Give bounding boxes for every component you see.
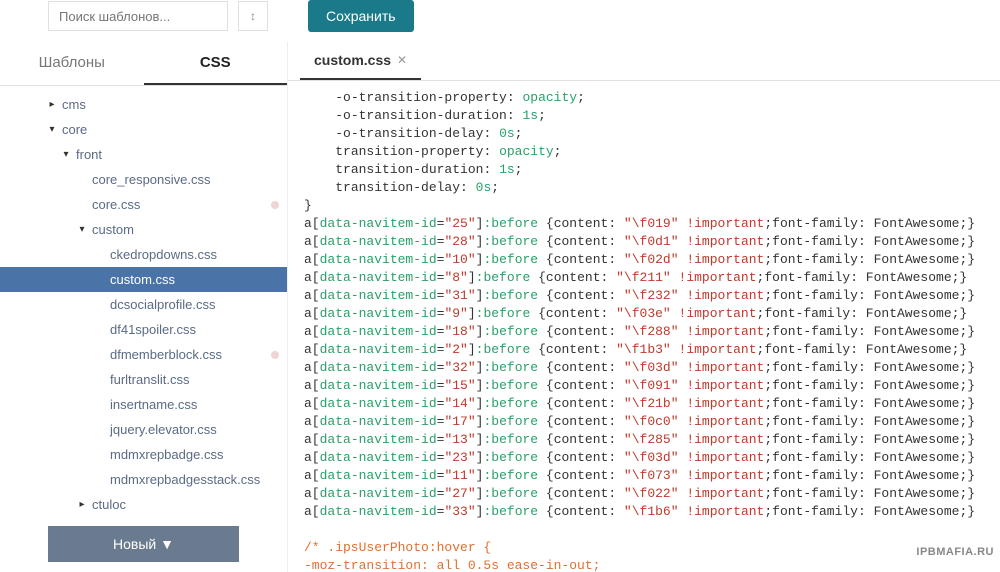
new-button-wrap: Новый ▼	[0, 516, 287, 572]
tree-item[interactable]: dcsocialprofile.css	[0, 292, 287, 317]
tree-item-label: core.css	[92, 197, 140, 212]
tree-item[interactable]: ▾ custom	[0, 217, 287, 242]
tree-item[interactable]: ▸ ctuloc	[0, 492, 287, 516]
arrow-icon: ▾	[46, 124, 58, 135]
tree-item-label: custom	[92, 222, 134, 237]
tree-item-label: df41spoiler.css	[110, 322, 196, 337]
tree-item-label: insertname.css	[110, 397, 197, 412]
arrow-icon: ▸	[46, 99, 58, 110]
tree-item[interactable]: dfmemberblock.css	[0, 342, 287, 367]
close-icon[interactable]: ✕	[397, 53, 407, 67]
tree-item[interactable]: ▾ front	[0, 142, 287, 167]
tree-item-label: furltranslit.css	[110, 372, 189, 387]
search-input[interactable]	[48, 1, 228, 31]
sidebar: Шаблоны CSS ▸ cms ▾ core ▾ front core_responsi…	[0, 42, 288, 572]
watermark: IPBMAFIA.RU	[916, 546, 994, 558]
tree-item-label: front	[76, 147, 102, 162]
modified-indicator-icon	[271, 201, 279, 209]
new-button[interactable]: Новый ▼	[48, 526, 239, 562]
code-editor[interactable]: -o-transition-property: opacity; -o-tran…	[288, 81, 1000, 572]
tab-css[interactable]: CSS	[144, 42, 288, 85]
tree-item[interactable]: ckedropdowns.css	[0, 242, 287, 267]
tree-item-label: custom.css	[110, 272, 175, 287]
file-tabs: custom.css ✕	[288, 42, 1000, 81]
arrow-icon: ▾	[60, 149, 72, 160]
tree-item[interactable]: insertname.css	[0, 392, 287, 417]
tree-item[interactable]: df41spoiler.css	[0, 317, 287, 342]
tree-item[interactable]: jquery.elevator.css	[0, 417, 287, 442]
editor-area: custom.css ✕ -o-transition-property: opa…	[288, 42, 1000, 572]
file-tab-custom-css[interactable]: custom.css ✕	[300, 42, 421, 80]
tree-item-label: dfmemberblock.css	[110, 347, 222, 362]
tree-item[interactable]: custom.css	[0, 267, 287, 292]
sort-button[interactable]: ↕	[238, 1, 268, 31]
modified-indicator-icon	[271, 351, 279, 359]
tree-item-label: mdmxrepbadge.css	[110, 447, 223, 462]
tab-templates[interactable]: Шаблоны	[0, 42, 144, 85]
tree-item-label: cms	[62, 97, 86, 112]
tree-item[interactable]: mdmxrepbadgesstack.css	[0, 467, 287, 492]
tree-item-label: mdmxrepbadgesstack.css	[110, 472, 260, 487]
tree-item-label: dcsocialprofile.css	[110, 297, 216, 312]
tree-item[interactable]: mdmxrepbadge.css	[0, 442, 287, 467]
tree-item-label: core_responsive.css	[92, 172, 211, 187]
tree-item[interactable]: ▾ core	[0, 117, 287, 142]
tree-item-label: jquery.elevator.css	[110, 422, 217, 437]
tree-item[interactable]: core.css	[0, 192, 287, 217]
tree-item[interactable]: core_responsive.css	[0, 167, 287, 192]
file-tab-label: custom.css	[314, 52, 391, 68]
main: Шаблоны CSS ▸ cms ▾ core ▾ front core_responsi…	[0, 42, 1000, 572]
toolbar: ↕ Сохранить	[0, 0, 1000, 42]
tree-item-label: ctuloc	[92, 497, 126, 512]
tree-item[interactable]: ▸ cms	[0, 92, 287, 117]
tree-item-label: ckedropdowns.css	[110, 247, 217, 262]
arrow-icon: ▸	[76, 499, 88, 510]
tree-item-label: core	[62, 122, 87, 137]
arrow-icon: ▾	[76, 224, 88, 235]
sidebar-tabs: Шаблоны CSS	[0, 42, 287, 86]
file-tree[interactable]: ▸ cms ▾ core ▾ front core_responsive.css core.c…	[0, 86, 287, 516]
save-button[interactable]: Сохранить	[308, 0, 414, 32]
tree-item[interactable]: furltranslit.css	[0, 367, 287, 392]
